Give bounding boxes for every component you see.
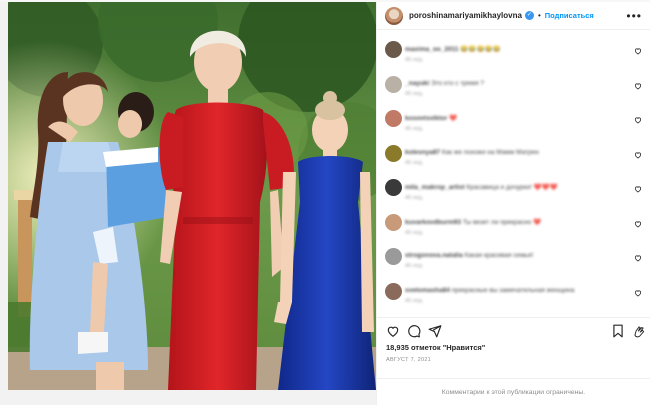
clap-icon[interactable] — [632, 324, 646, 338]
comment-body: Это кто с тремя ? — [431, 79, 484, 87]
comment-body: Ты везет ли прекрасно ❤️ — [462, 218, 542, 226]
author-avatar[interactable] — [385, 6, 403, 25]
comment-timestamp: 46 нед. — [405, 57, 424, 63]
heart-icon[interactable] — [386, 324, 400, 338]
comment-like-heart-icon[interactable] — [634, 254, 642, 262]
commenter-username[interactable]: maxima_oo_2011 — [405, 46, 458, 53]
comment-timestamp: 46 нед. — [405, 159, 424, 166]
comment-item: mila_makrop_artist Красавица и дочурки! … — [377, 176, 650, 211]
comment-text: kolesnya87 Как же похожи на Мамм Матрен — [405, 142, 628, 156]
share-icon[interactable] — [428, 324, 442, 338]
author-username[interactable]: poroshinamariyamikhaylovna — [409, 11, 522, 20]
header-separator: • — [537, 11, 541, 20]
comment-text: mila_makrop_artist Красавица и дочурки! … — [405, 176, 628, 191]
comment-body: Какая красивая семья! — [464, 252, 534, 259]
commenter-username[interactable]: svetomasha84 — [405, 287, 450, 294]
commenter-avatar[interactable] — [385, 110, 402, 127]
comment-item: maxima_oo_2011 😂😂😂😂😂 46 нед. — [377, 38, 650, 73]
post-side-panel: poroshinamariyamikhaylovna ✓ • Подписать… — [376, 2, 650, 405]
comment-like-heart-icon[interactable] — [634, 151, 642, 159]
comments-restricted-notice: Комментарии к этой публикации ограничены… — [377, 378, 650, 405]
comment-item: kolesnya87 Как же похожи на Мамм Матрен 4… — [377, 142, 650, 177]
page-margin — [0, 0, 8, 405]
comment-timestamp: 46 нед. — [405, 126, 424, 132]
comment-timestamp: 46 нед. — [405, 297, 424, 304]
post-header: poroshinamariyamikhaylovna ✓ • Подписать… — [377, 2, 650, 30]
comment-like-heart-icon[interactable] — [634, 116, 642, 124]
commenter-username[interactable]: kolesnya87 — [405, 149, 440, 156]
follow-button[interactable]: Подписаться — [545, 11, 594, 20]
comment-text: strogonova.natalia Какая красивая семья! — [405, 245, 628, 259]
commenter-username[interactable]: kosovtsviktor — [405, 115, 447, 122]
commenter-username[interactable]: strogonova.natalia — [405, 252, 463, 259]
post-photo[interactable] — [8, 2, 376, 390]
post-date: АВГУСТ 7, 2021 — [386, 357, 432, 363]
comment-timestamp: 46 нед. — [405, 195, 424, 201]
commenter-avatar[interactable] — [385, 282, 402, 300]
likes-count[interactable]: 18,935 отметок "Нравится" — [386, 343, 485, 352]
comment-text: _nayuki Это кто с тремя ? — [405, 73, 628, 87]
comment-text: svetomasha84 прекрасные вы замечательная… — [405, 280, 628, 294]
comment-like-heart-icon[interactable] — [634, 82, 642, 90]
ellipsis-icon[interactable]: ••• — [626, 9, 642, 23]
comment-body: Как же похожи на Мамм Матрен — [441, 148, 539, 156]
comment-body: прекрасные вы замечательная женщина — [451, 286, 575, 294]
family-photo-illustration — [8, 2, 376, 390]
comment-item: kuvarkovdburm93 Ты везет ли прекрасно ❤️… — [377, 211, 650, 246]
comment-text: kuvarkovdburm93 Ты везет ли прекрасно ❤️ — [405, 211, 628, 226]
commenter-username[interactable]: mila_makrop_artist — [405, 184, 465, 191]
comment-timestamp: 46 нед. — [405, 90, 424, 97]
comment-timestamp: 46 нед. — [405, 263, 424, 269]
commenter-avatar[interactable] — [385, 144, 402, 162]
commenter-avatar[interactable] — [385, 213, 402, 231]
comment-text: maxima_oo_2011 😂😂😂😂😂 — [405, 38, 628, 53]
action-bar — [377, 317, 650, 343]
comment-like-heart-icon[interactable] — [634, 185, 642, 193]
comment-text: kosovtsviktor ❤️ — [405, 107, 628, 122]
comment-body: Красавица и дочурки! ❤️❤️❤️ — [466, 184, 558, 191]
comment-item: kosovtsviktor ❤️ 46 нед. — [377, 107, 650, 142]
comment-item: strogonova.natalia Какая красивая семья!… — [377, 245, 650, 280]
commenter-username[interactable]: _nayuki — [405, 80, 429, 87]
bookmark-icon[interactable] — [611, 324, 625, 338]
comment-item: _nayuki Это кто с тремя ? 46 нед. — [377, 73, 650, 108]
commenter-avatar[interactable] — [385, 179, 402, 196]
comments-list[interactable]: maxima_oo_2011 😂😂😂😂😂 46 нед. _nayuki Это к… — [377, 38, 650, 314]
comment-icon[interactable] — [407, 324, 421, 338]
comment-like-heart-icon[interactable] — [634, 289, 642, 297]
comment-timestamp: 46 нед. — [405, 229, 424, 236]
commenter-avatar[interactable] — [385, 248, 402, 265]
comment-like-heart-icon[interactable] — [634, 220, 642, 228]
commenter-avatar[interactable] — [385, 75, 402, 93]
verified-check-icon: ✓ — [524, 11, 534, 20]
comment-item: svetomasha84 прекрасные вы замечательная… — [377, 280, 650, 315]
comment-body: ❤️ — [449, 115, 458, 122]
commenter-avatar[interactable] — [385, 41, 402, 58]
comment-body: 😂😂😂😂😂 — [460, 46, 501, 53]
comment-like-heart-icon[interactable] — [634, 47, 642, 55]
commenter-username[interactable]: kuvarkovdburm93 — [405, 219, 461, 226]
